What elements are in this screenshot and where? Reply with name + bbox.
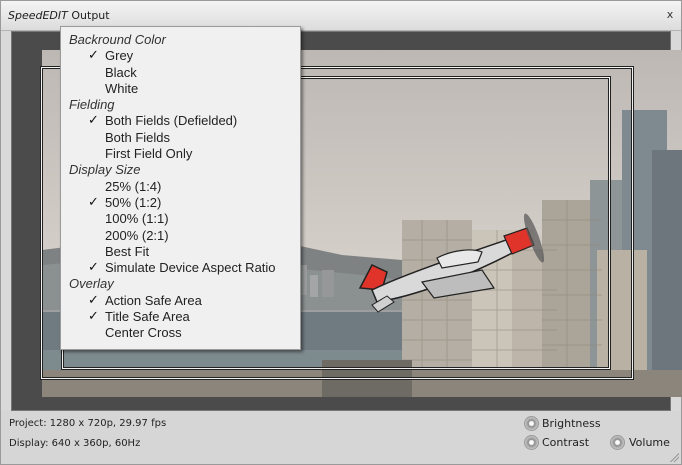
menu-item-label: 100% (1:1) (105, 211, 169, 227)
title-brand: SpeedEDIT (8, 9, 68, 22)
volume-knob-icon[interactable] (610, 435, 625, 450)
menu-section-header: Display Size (69, 162, 141, 178)
menu-item-label: Simulate Device Aspect Ratio (105, 260, 276, 276)
display-info: Display: 640 x 360p, 60Hz (9, 438, 141, 449)
checkmark-icon: ✓ (88, 292, 99, 308)
checkmark-icon: ✓ (88, 48, 99, 64)
menu-item[interactable]: Black (61, 65, 300, 81)
menu-item[interactable]: ✓ Both Fields (Defielded) (61, 113, 300, 129)
menu-item[interactable]: ✓ Grey (61, 48, 300, 64)
menu-item[interactable]: ✓ Title Safe Area (61, 309, 300, 325)
output-context-menu: Backround Color ✓ Grey Black White Fielding ✓ B… (60, 26, 301, 350)
menu-item-label: Center Cross (105, 325, 182, 341)
menu-item-label: Both Fields (Defielded) (105, 113, 238, 129)
menu-section-header: Backround Color (69, 32, 166, 47)
menu-item-label: 25% (1:4) (105, 178, 162, 194)
menu-item-label: First Field Only (105, 146, 193, 162)
close-button[interactable]: x (663, 8, 677, 22)
resize-grip-icon[interactable] (669, 452, 679, 462)
menu-item[interactable]: Center Cross (61, 325, 300, 341)
menu-item-label: Black (105, 64, 137, 80)
menu-item-label: White (105, 80, 139, 96)
volume-label: Volume (629, 436, 670, 449)
menu-item-label: Best Fit (105, 243, 150, 259)
menu-section-header: Fielding (69, 97, 115, 113)
checkmark-icon: ✓ (88, 309, 99, 325)
menu-item-label: Grey (105, 48, 134, 64)
checkmark-icon: ✓ (88, 194, 99, 210)
menu-item-label: Both Fields (105, 129, 171, 145)
contrast-label: Contrast (542, 436, 590, 449)
menu-item-label: Action Safe Area (105, 292, 202, 308)
menu-item-label: Title Safe Area (105, 309, 190, 325)
menu-item-label: 200% (2:1) (105, 227, 169, 243)
output-window: SpeedEDIT Output x Backround Color ✓ Gre… (0, 0, 682, 465)
menu-item[interactable]: 200% (2:1) (61, 228, 300, 244)
menu-item[interactable]: ✓ Action Safe Area (61, 293, 300, 309)
menu-item-label: 50% (1:2) (105, 194, 162, 210)
contrast-knob-icon[interactable] (524, 435, 539, 450)
menu-item[interactable]: Best Fit (61, 244, 300, 260)
menu-item[interactable]: 25% (1:4) (61, 179, 300, 195)
menu-section-header: Overlay (69, 276, 114, 292)
menu-item[interactable]: Both Fields (61, 130, 300, 146)
brightness-knob-icon[interactable] (524, 416, 539, 431)
menu-item[interactable]: ✓ Simulate Device Aspect Ratio (61, 260, 300, 276)
status-bar: Project: 1280 x 720p, 29.97 fps Display:… (1, 411, 681, 464)
brightness-label: Brightness (542, 417, 601, 430)
menu-item[interactable]: White (61, 81, 300, 97)
menu-item[interactable]: ✓ 50% (1:2) (61, 195, 300, 211)
project-info: Project: 1280 x 720p, 29.97 fps (9, 418, 167, 429)
menu-item[interactable]: First Field Only (61, 146, 300, 162)
checkmark-icon: ✓ (88, 113, 99, 129)
window-title: SpeedEDIT Output (8, 9, 110, 22)
title-rest: Output (67, 9, 110, 22)
menu-item[interactable]: 100% (1:1) (61, 211, 300, 227)
checkmark-icon: ✓ (88, 260, 99, 276)
